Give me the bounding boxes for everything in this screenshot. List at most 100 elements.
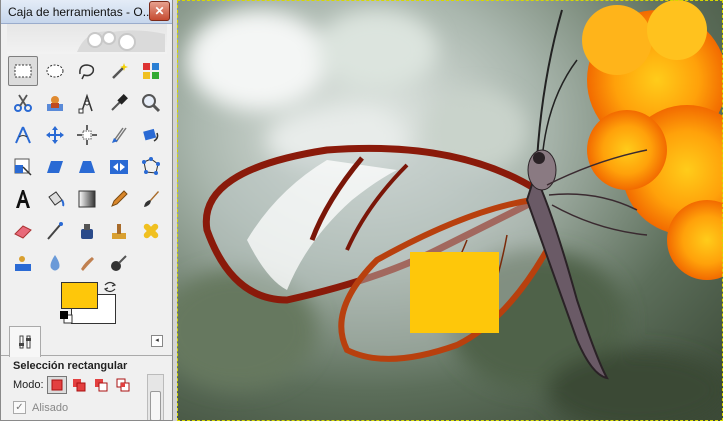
image-canvas[interactable] — [177, 0, 723, 421]
blend-icon — [78, 190, 96, 208]
window-title: Caja de herramientas - O... — [8, 5, 153, 19]
clone-tool[interactable] — [104, 216, 134, 246]
mode-label: Modo: — [13, 379, 44, 391]
foreground-select-tool[interactable] — [40, 88, 70, 118]
paths-icon — [78, 93, 93, 114]
paintbrush-tool[interactable] — [136, 184, 166, 214]
mode-add-button[interactable] — [69, 376, 89, 394]
rotate-tool[interactable] — [136, 120, 166, 150]
select-by-color-tool[interactable] — [136, 56, 166, 86]
scale-tool[interactable] — [8, 152, 38, 182]
airbrush-icon — [47, 222, 63, 240]
tool-options-title: Selección rectangular — [13, 360, 128, 372]
eraser-icon — [14, 225, 32, 239]
cage-transform-icon — [142, 157, 160, 175]
tool-grid — [8, 56, 168, 280]
flip-icon — [110, 160, 128, 174]
fuzzy-select-icon — [112, 63, 128, 79]
color-picker-icon — [111, 94, 128, 111]
intersect-mode-icon — [116, 378, 130, 392]
foreground-select-icon — [47, 96, 63, 111]
shear-icon — [47, 161, 63, 173]
text-tool[interactable] — [8, 184, 38, 214]
add-mode-icon — [72, 379, 86, 392]
align-tool[interactable] — [72, 120, 102, 150]
swap-colors-icon[interactable] — [103, 280, 117, 294]
measure-tool[interactable] — [8, 120, 38, 150]
color-area — [59, 280, 119, 328]
rotate-icon — [143, 128, 159, 142]
scissors-select-tool[interactable] — [8, 88, 38, 118]
scale-icon — [14, 158, 32, 176]
smudge-tool[interactable] — [72, 248, 102, 278]
perspective-tool[interactable] — [72, 152, 102, 182]
crop-icon — [112, 127, 127, 143]
blur-tool[interactable] — [40, 248, 70, 278]
pencil-icon — [111, 190, 128, 207]
shear-tool[interactable] — [40, 152, 70, 182]
flip-tool[interactable] — [104, 152, 134, 182]
free-select-icon — [79, 64, 95, 80]
blur-sharpen-icon — [50, 255, 60, 271]
wilber-drop-area[interactable] — [7, 24, 167, 54]
text-icon — [16, 190, 30, 208]
antialias-label: Alisado — [32, 401, 69, 414]
scissors-select-icon — [14, 94, 32, 112]
ellipse-select-tool[interactable] — [40, 56, 70, 86]
tool-options-tabbar: ◂ — [1, 326, 172, 357]
butterfly-photo — [177, 0, 723, 421]
move-tool[interactable] — [40, 120, 70, 150]
eraser-tool[interactable] — [8, 216, 38, 246]
paths-tool[interactable] — [72, 88, 102, 118]
airbrush-tool[interactable] — [40, 216, 70, 246]
rect-select-tool[interactable] — [8, 56, 38, 86]
ellipse-select-icon — [46, 64, 64, 78]
dodge-burn-icon — [111, 255, 127, 271]
title-bar[interactable]: Caja de herramientas - O... ✕ — [1, 0, 172, 24]
mode-intersect-button[interactable] — [113, 376, 133, 394]
bucket-fill-tool[interactable] — [40, 184, 70, 214]
move-icon — [46, 126, 64, 144]
subtract-mode-icon — [94, 379, 108, 392]
dodge-burn-tool[interactable] — [104, 248, 134, 278]
tab-tool-options[interactable] — [9, 326, 41, 357]
free-select-tool[interactable] — [72, 56, 102, 86]
antialias-row: ✓ Alisado — [13, 401, 68, 414]
rect-select-icon — [14, 64, 32, 78]
default-colors-icon[interactable] — [59, 310, 73, 324]
heal-tool[interactable] — [136, 216, 166, 246]
foreground-color-swatch[interactable] — [61, 282, 98, 309]
align-icon — [77, 125, 97, 145]
bucket-fill-icon — [48, 191, 65, 207]
ink-tool[interactable] — [72, 216, 102, 246]
tab-menu-button[interactable]: ◂ — [151, 335, 163, 347]
blend-tool[interactable] — [72, 184, 102, 214]
measure-icon — [15, 126, 31, 144]
pencil-tool[interactable] — [104, 184, 134, 214]
paintbrush-icon — [144, 191, 159, 207]
wilber-icon — [77, 30, 165, 52]
antialias-checkbox[interactable]: ✓ — [13, 401, 26, 414]
close-button[interactable]: ✕ — [149, 1, 170, 21]
perspective-clone-icon — [15, 256, 31, 271]
mode-replace-button[interactable] — [46, 376, 67, 394]
mode-subtract-button[interactable] — [91, 376, 111, 394]
perspective-clone-tool[interactable] — [8, 248, 38, 278]
zoom-icon — [142, 94, 161, 113]
clone-icon — [112, 224, 126, 239]
filled-selection — [410, 252, 499, 333]
select-by-color-icon — [143, 63, 159, 79]
options-scrollbar[interactable] — [147, 374, 164, 420]
replace-mode-icon — [51, 379, 63, 391]
crop-tool[interactable] — [104, 120, 134, 150]
tool-options-icon — [19, 335, 31, 349]
color-picker-tool[interactable] — [104, 88, 134, 118]
fuzzy-select-tool[interactable] — [104, 56, 134, 86]
ink-icon — [81, 224, 93, 239]
cage-transform-tool[interactable] — [136, 152, 166, 182]
scrollbar-thumb[interactable] — [150, 391, 161, 420]
mode-row: Modo: — [13, 376, 135, 394]
heal-icon — [143, 223, 159, 239]
perspective-icon — [79, 161, 95, 173]
zoom-tool[interactable] — [136, 88, 166, 118]
